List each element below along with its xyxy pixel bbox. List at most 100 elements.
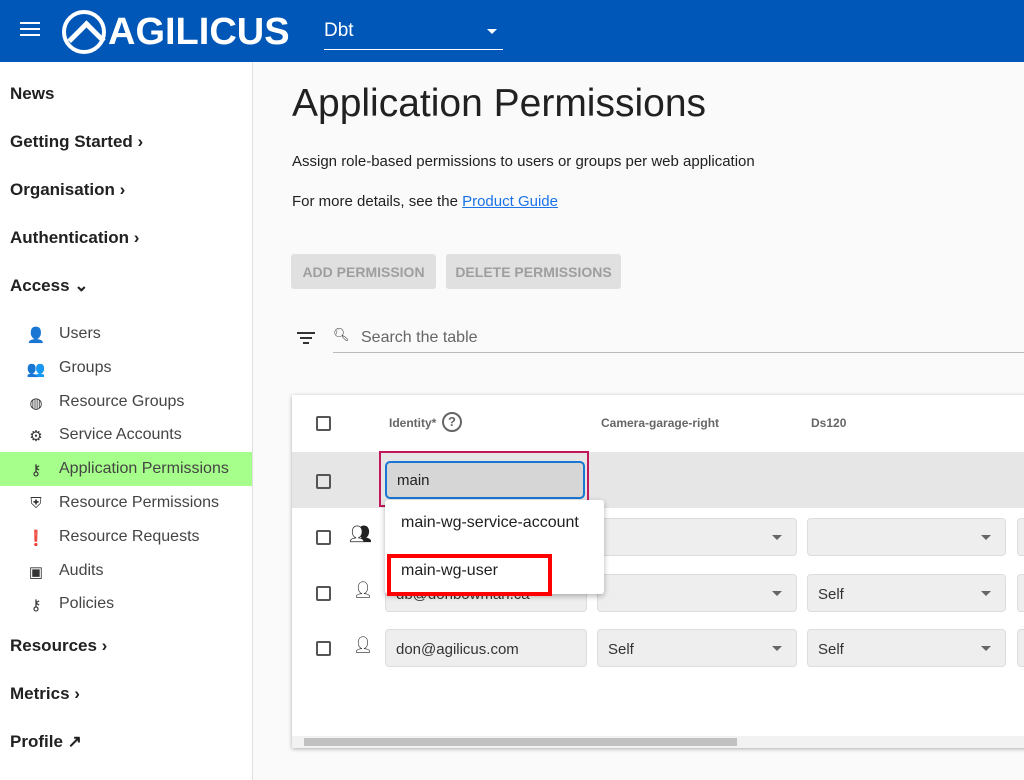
clipboard-alert-icon: ❗ [26,529,46,547]
key-icon: ⚷ [30,462,42,480]
camera-garage-right-select[interactable] [597,573,797,612]
search-input[interactable]: 🔍︎ Search the table [333,324,1024,353]
row-checkbox[interactable] [316,641,331,656]
sidebar-item-label: Access [10,276,70,295]
chevron-down-icon [772,646,782,651]
briefcase-icon: ▣ [28,563,44,581]
sidebar-item-groups[interactable]: 👥 Groups [0,351,252,385]
delete-permissions-button[interactable]: DELETE PERMISSIONS [446,254,621,289]
brand-name: AGILICUS [108,11,290,53]
sidebar-item-policies[interactable]: ⚷ Policies [0,587,252,621]
sidebar-item-service-accounts[interactable]: ⚙ Service Accounts [0,418,252,452]
identity-field[interactable]: don@agilicus.com [385,629,587,667]
sidebar-item-access[interactable]: Access ⌄ [10,276,89,296]
sidebar-item-label: News [10,84,55,103]
header-identity: Identity* [389,416,437,430]
sidebar-item-application-permissions[interactable]: ⚷ Application Permissions [0,452,252,487]
camera-garage-right-select[interactable]: Self [597,629,797,667]
page-title: Application Permissions [292,82,707,125]
group-icon: 👥︎ [349,524,372,544]
sidebar-item-resources[interactable]: Resources › [10,636,107,656]
filter-icon[interactable] [297,332,315,346]
select-value: Self [818,585,844,603]
row-checkbox[interactable] [316,474,331,489]
highlight-box [387,554,552,596]
ds120-select[interactable] [807,518,1006,556]
select-value: Self [818,641,844,658]
camera-garage-right-select[interactable] [597,518,797,556]
sidebar-item-resource-requests[interactable]: ❗ Resource Requests [0,520,252,554]
sidebar-item-label: Policies [59,595,115,613]
sidebar-item-authentication[interactable]: Authentication › [10,228,139,248]
chevron-down-icon [981,590,991,596]
resource-groups-icon: ◍ [29,394,43,412]
top-bar: AGILICUS Dbt [0,0,1024,62]
org-select[interactable]: Dbt [324,14,503,50]
sidebar-item-label: Getting Started [10,132,133,151]
chevron-icon: › [119,180,126,199]
person-icon: 👤︎ [353,581,374,599]
row-checkbox[interactable] [316,585,331,601]
add-permission-button[interactable]: ADD PERMISSION [291,254,436,289]
select-all-checkbox[interactable] [316,416,331,431]
key-icon: ⚷ [30,597,42,615]
product-guide-link[interactable]: Product Guide [462,193,558,210]
sidebar-item-label: Profile [10,732,63,751]
sidebar-item-label: Audits [59,561,104,579]
chevron-down-icon [487,29,497,34]
shield-icon: ⛨ [30,495,42,512]
person-icon: 👤︎ [353,637,374,654]
ds120-select[interactable]: Self [807,573,1006,612]
search-icon: 🔍︎ [333,327,350,342]
chevron-down-icon [981,646,991,651]
menu-icon[interactable] [20,22,40,38]
groups-icon: 👥 [26,360,46,378]
sidebar-item-label: Organisation [10,180,115,199]
chevron-down-icon [981,535,991,540]
sidebar-item-organisation[interactable]: Organisation › [10,180,125,200]
sidebar-item-label: Service Accounts [59,426,182,444]
chevron-icon: › [133,228,140,247]
chevron-down-icon [772,535,782,540]
sidebar-item-label: Authentication [10,228,129,247]
details-prefix: For more details, see the [292,193,463,210]
identity-autocomplete: main-wg-service-account main-wg-user [385,500,604,596]
ds120-select[interactable]: Self [807,629,1006,667]
scrollbar-thumb[interactable] [304,738,737,746]
sidebar-item-label: Resource Requests [59,527,200,545]
sidebar-item-label: Metrics [10,684,70,703]
help-icon[interactable]: ? [442,412,462,432]
sidebar-item-label: Application Permissions [59,460,229,478]
sidebar-item-audits[interactable]: ▣ Audits [0,554,252,588]
next-column-select[interactable] [1017,573,1024,612]
person-icon: 👤 [26,327,46,344]
sidebar-item-users[interactable]: 👤 Users [0,317,252,351]
header-ds120: Ds120 [811,416,847,430]
next-column-select[interactable] [1017,518,1024,556]
select-value: Self [608,641,634,658]
sidebar-item-news[interactable]: News [10,84,54,104]
sidebar-item-getting-started[interactable]: Getting Started › [10,132,143,152]
option-main-wg-service-account[interactable]: main-wg-service-account [401,514,579,532]
sidebar-item-profile[interactable]: Profile ↗ [10,732,82,752]
row-checkbox[interactable] [316,530,331,545]
sidebar-item-resource-groups[interactable]: ◍ Resource Groups [0,385,252,419]
identity-input[interactable]: main [385,461,585,499]
horizontal-scrollbar[interactable] [292,736,1024,748]
header-camera-garage-right: Camera-garage-right [601,416,720,430]
sidebar-item-label: Resources [10,636,97,655]
chevron-icon: › [101,636,108,655]
sidebar-item-resource-permissions[interactable]: ⛨ Resource Permissions [0,486,252,520]
gears-icon: ⚙ [29,428,43,446]
chevron-down-icon [772,590,782,596]
chevron-icon: › [74,684,80,703]
sidebar-item-label: Resource Permissions [59,494,220,511]
chevron-icon: ↗ [67,732,82,751]
next-column-select[interactable] [1017,629,1024,667]
page-description: Assign role-based permissions to users o… [292,153,755,170]
sidebar-item-metrics[interactable]: Metrics › [10,684,80,704]
sidebar-item-label: Resource Groups [59,392,185,410]
details-text: For more details, see the Product Guide [292,193,558,210]
sidebar-item-label: Groups [59,358,112,376]
search-placeholder: Search the table [361,329,478,346]
